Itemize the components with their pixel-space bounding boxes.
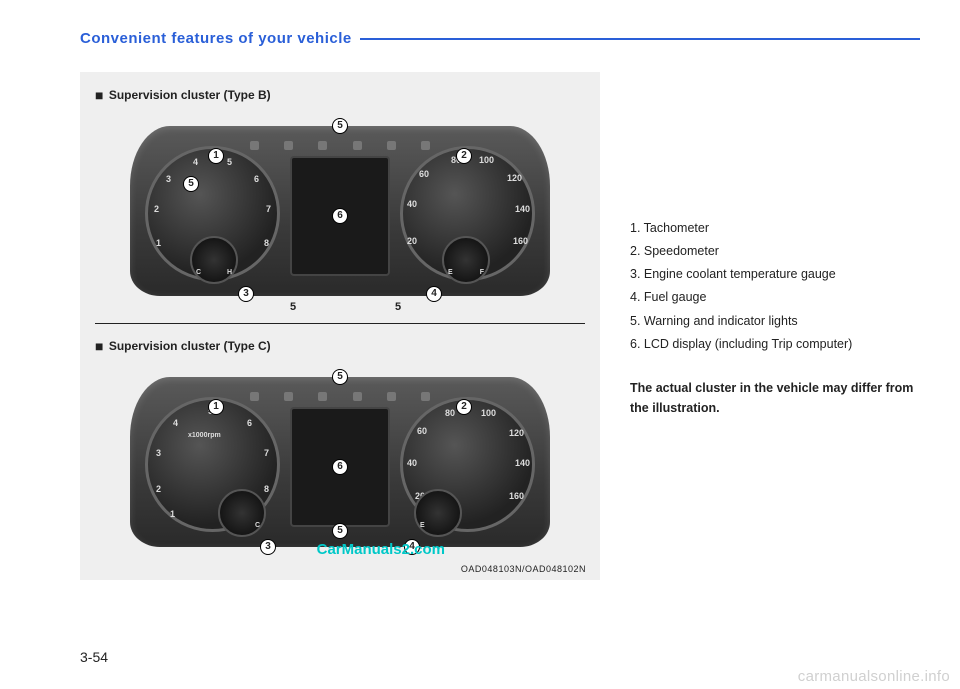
figure-divider — [95, 323, 585, 324]
bullet-icon: ■ — [95, 338, 103, 354]
callout-1: 1 — [208, 399, 224, 415]
indicator-strip — [250, 138, 430, 152]
tach-unit: x1000rpm — [188, 432, 221, 439]
callout-3: 3 — [260, 539, 276, 555]
legend-item-4: 4. Fuel gauge — [630, 286, 920, 309]
figure-panel: ■ Supervision cluster (Type B) 1 2 3 4 5… — [80, 72, 600, 580]
speedometer-dial: 20 40 60 80 100 120 140 160 E F — [400, 146, 535, 281]
section-rule — [360, 38, 920, 40]
callout-5-top: 5 — [332, 369, 348, 385]
fuel-gauge: E F — [442, 236, 490, 284]
legend-note: The actual cluster in the vehicle may di… — [630, 378, 920, 418]
caption-c-text: Supervision cluster (Type C) — [109, 339, 271, 353]
callout-4: 4 — [426, 286, 442, 302]
cluster-b-wrap: 1 2 3 4 5 6 7 8 C H — [95, 111, 585, 311]
temp-gauge: C — [218, 489, 266, 537]
cluster-c-wrap: 1 2 3 4 5 6 7 8 x1000rpm C — [95, 362, 585, 562]
legend-item-2: 2. Speedometer — [630, 240, 920, 263]
fuel-gauge: E — [414, 489, 462, 537]
site-watermark: carmanualsonline.info — [798, 668, 950, 685]
callout-1: 1 — [208, 148, 224, 164]
callout-2: 2 — [456, 399, 472, 415]
cluster-c: 1 2 3 4 5 6 7 8 x1000rpm C — [130, 377, 550, 547]
label-5-left: 5 — [290, 301, 296, 313]
image-code: OAD048103N/OAD048102N — [461, 564, 586, 574]
tachometer-dial: 1 2 3 4 5 6 7 8 x1000rpm C — [145, 397, 280, 532]
callout-5-bottom: 5 — [332, 523, 348, 539]
legend-item-5: 5. Warning and indicator lights — [630, 310, 920, 333]
tachometer-dial: 1 2 3 4 5 6 7 8 C H — [145, 146, 280, 281]
indicator-strip — [250, 389, 430, 403]
speedometer-dial: 10 20 40 60 80 100 120 140 160 E — [400, 397, 535, 532]
callout-5-top: 5 — [332, 118, 348, 134]
callout-6: 6 — [332, 208, 348, 224]
callout-2: 2 — [456, 148, 472, 164]
caption-type-c: ■ Supervision cluster (Type C) — [95, 338, 585, 354]
section-header: Convenient features of your vehicle — [80, 30, 920, 47]
callout-3: 3 — [238, 286, 254, 302]
section-title: Convenient features of your vehicle — [80, 30, 352, 47]
legend-item-6: 6. LCD display (including Trip computer) — [630, 333, 920, 356]
legend-item-3: 3. Engine coolant temperature gauge — [630, 263, 920, 286]
temp-gauge: C H — [190, 236, 238, 284]
caption-type-b: ■ Supervision cluster (Type B) — [95, 87, 585, 103]
callout-5-inner: 5 — [183, 176, 199, 192]
caption-b-text: Supervision cluster (Type B) — [109, 88, 271, 102]
page-number: 3-54 — [80, 649, 108, 665]
bullet-icon: ■ — [95, 87, 103, 103]
label-5-right: 5 — [395, 301, 401, 313]
cluster-b: 1 2 3 4 5 6 7 8 C H — [130, 126, 550, 296]
watermark-carmanuals2: CarManuals2.com — [317, 541, 445, 558]
callout-6: 6 — [332, 459, 348, 475]
legend-item-1: 1. Tachometer — [630, 217, 920, 240]
legend: 1. Tachometer 2. Speedometer 3. Engine c… — [630, 72, 920, 580]
